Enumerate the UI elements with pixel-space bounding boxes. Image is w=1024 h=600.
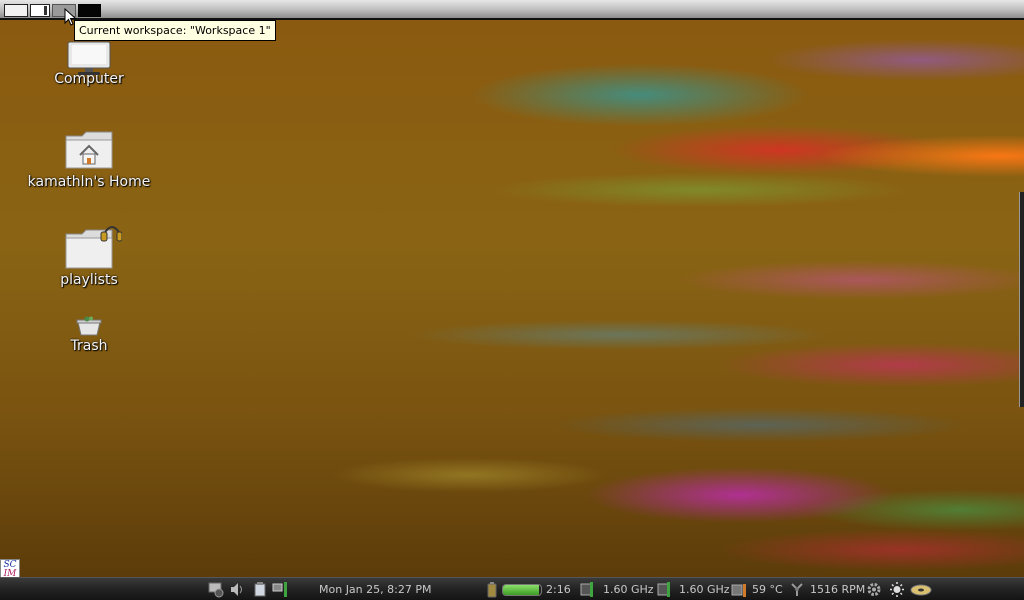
desktop-icon-label: Trash bbox=[70, 338, 108, 354]
brightness-icon[interactable] bbox=[889, 581, 905, 598]
desktop-icon-label: kamathln's Home bbox=[27, 174, 151, 190]
cpu-frequency-2: 1.60 GHz bbox=[679, 583, 730, 596]
folder-headphones-icon bbox=[65, 226, 122, 269]
clock-datetime[interactable]: Mon Jan 25, 8:27 PM bbox=[319, 578, 431, 600]
volume-icon[interactable] bbox=[229, 581, 245, 598]
desktop-icon-trash[interactable]: Trash bbox=[19, 316, 159, 354]
temperature-readout: 59 °C bbox=[752, 583, 783, 596]
cpu-icon[interactable] bbox=[578, 581, 594, 598]
cpu-icon[interactable] bbox=[655, 581, 671, 598]
battery-level-bar[interactable] bbox=[502, 584, 542, 596]
desktop-wallpaper[interactable] bbox=[0, 20, 1024, 577]
workspace-4-button[interactable] bbox=[78, 4, 101, 17]
home-folder-icon bbox=[65, 131, 113, 169]
battery-icon[interactable] bbox=[484, 581, 500, 598]
network-icon[interactable] bbox=[208, 581, 224, 598]
disc-icon[interactable] bbox=[910, 581, 932, 598]
bottom-panel: Mon Jan 25, 8:27 PM 2:16 1.60 GHz 1.60 G… bbox=[0, 577, 1024, 600]
workspace-1-button[interactable] bbox=[4, 4, 28, 17]
workspace-2-button[interactable] bbox=[30, 4, 50, 17]
desktop-icon-label: playlists bbox=[60, 272, 118, 288]
fan-speed-readout: 1516 RPM bbox=[810, 583, 866, 596]
thermometer-icon[interactable] bbox=[731, 581, 747, 598]
clipboard-icon[interactable] bbox=[252, 581, 268, 598]
trash-icon bbox=[76, 316, 102, 336]
battery-level-fill bbox=[503, 585, 540, 595]
fan-icon[interactable] bbox=[789, 581, 805, 598]
offscreen-window-edge[interactable] bbox=[1019, 192, 1024, 407]
connection-icon[interactable] bbox=[272, 581, 288, 598]
workspace-tooltip: Current workspace: "Workspace 1" bbox=[74, 20, 276, 41]
battery-time-remaining: 2:16 bbox=[546, 583, 571, 596]
top-panel bbox=[0, 0, 1024, 20]
mouse-cursor-icon bbox=[64, 8, 77, 26]
gear-icon[interactable] bbox=[866, 581, 882, 598]
cpu-frequency-1: 1.60 GHz bbox=[603, 583, 654, 596]
desktop-icon-home[interactable]: kamathln's Home bbox=[19, 130, 159, 190]
desktop-icon-playlists[interactable]: playlists bbox=[19, 222, 159, 288]
